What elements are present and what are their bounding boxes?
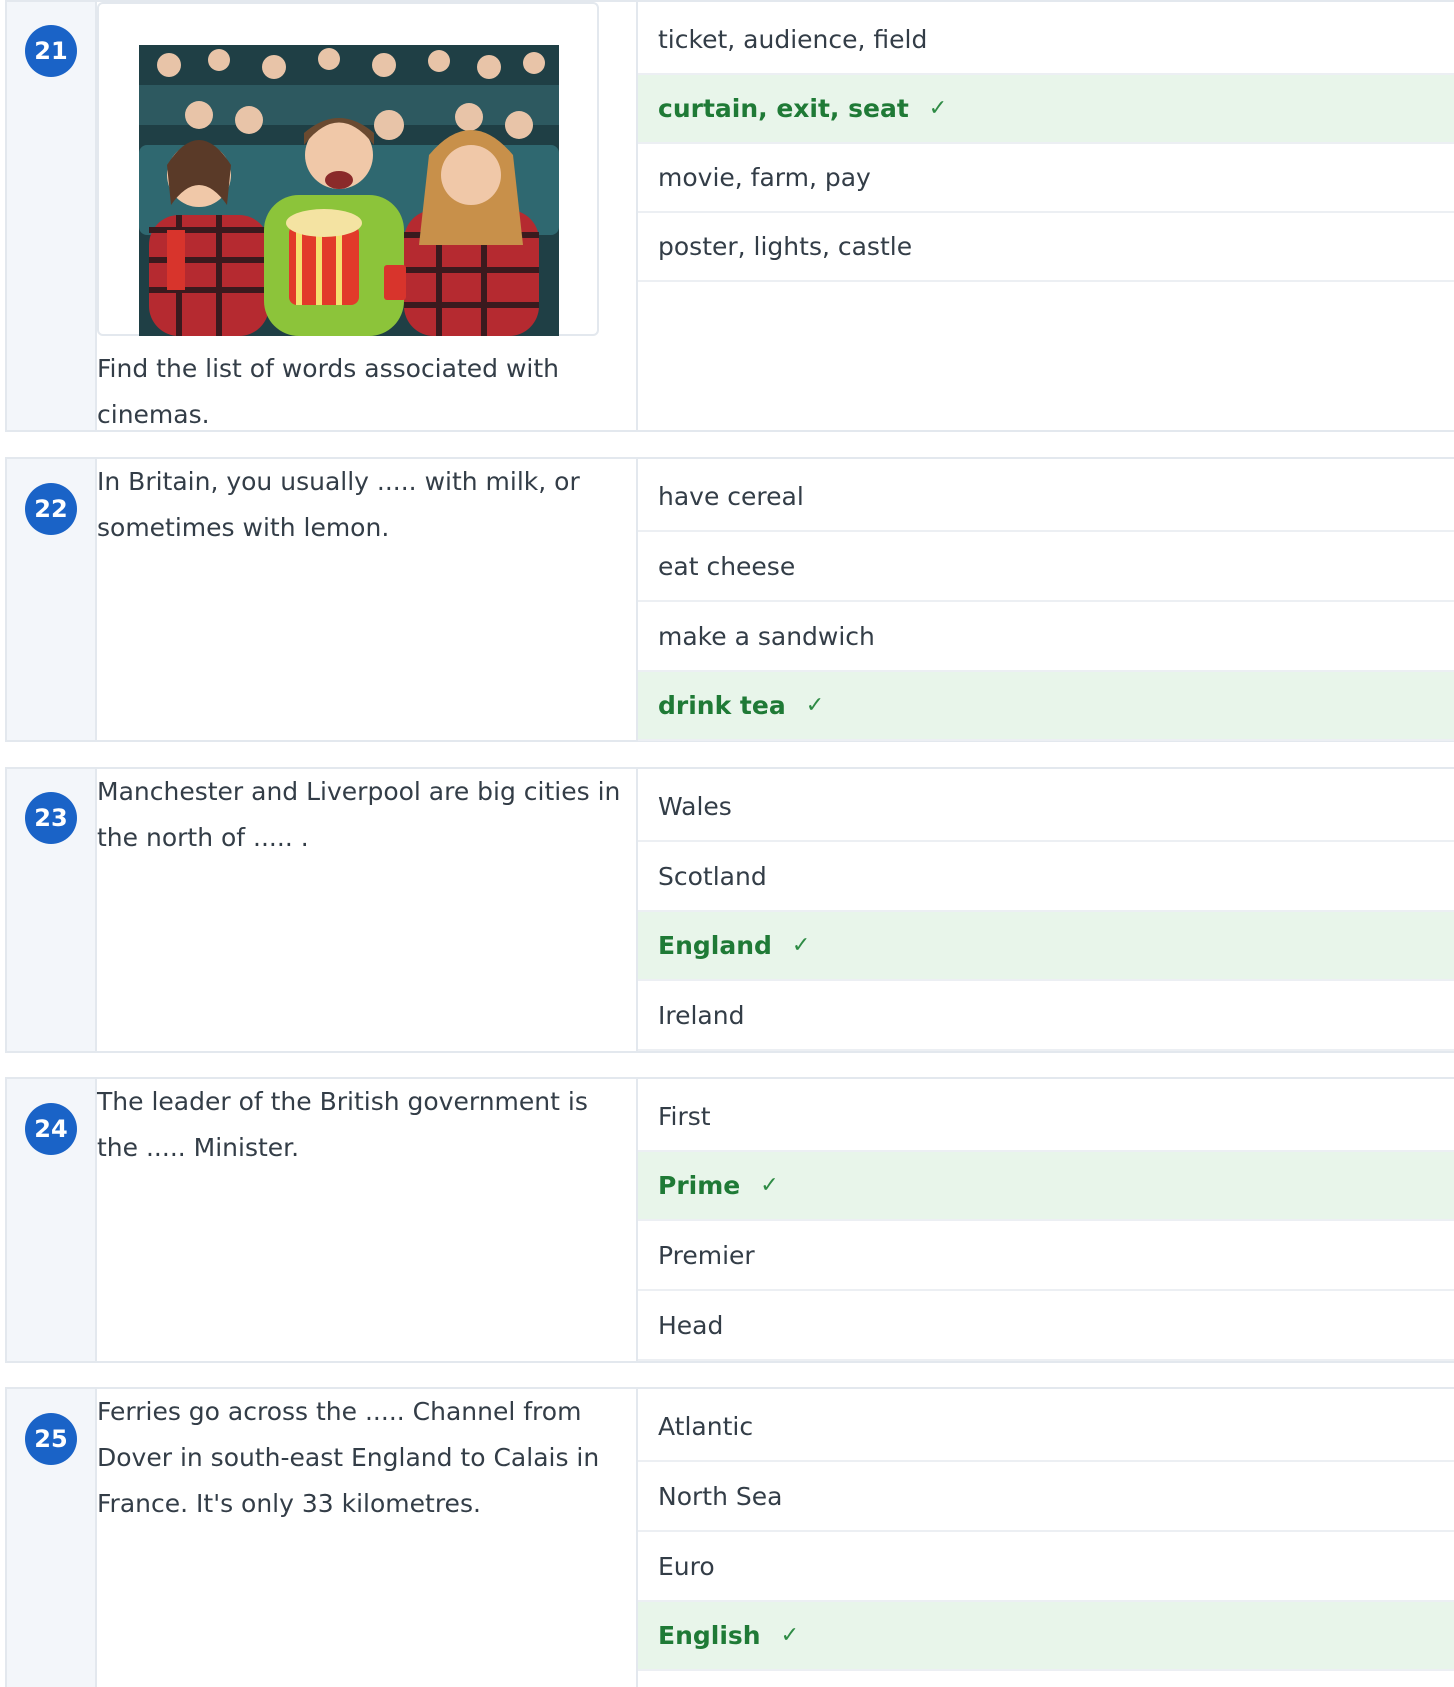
- answer-option[interactable]: North Sea: [638, 1463, 1454, 1532]
- answer-option[interactable]: Ireland: [638, 982, 1454, 1051]
- question-number-column: 23: [7, 769, 97, 1051]
- answer-label: North Sea: [658, 1482, 783, 1511]
- answer-label: Prime: [658, 1171, 741, 1200]
- question-prompt: Ferries go across the ..... Channel from…: [97, 1397, 600, 1518]
- answer-label: curtain, exit, seat: [658, 94, 909, 123]
- check-icon: ✓: [780, 1623, 800, 1648]
- question-image-card: [97, 2, 599, 336]
- check-icon: ✓: [805, 693, 825, 718]
- question-block-24: 24 The leader of the British government …: [5, 1077, 1454, 1363]
- answer-option-correct[interactable]: curtain, exit, seat ✓: [638, 75, 1454, 144]
- check-icon: ✓: [928, 96, 948, 121]
- answer-option-correct[interactable]: English ✓: [638, 1602, 1454, 1671]
- answer-option-correct[interactable]: England ✓: [638, 912, 1454, 981]
- answer-option-correct[interactable]: drink tea ✓: [638, 672, 1454, 741]
- answer-label: Head: [658, 1311, 724, 1340]
- question-number-badge: 25: [25, 1413, 77, 1465]
- question-block-23: 23 Manchester and Liverpool are big citi…: [5, 767, 1454, 1053]
- question-block-25: 25 Ferries go across the ..... Channel f…: [5, 1387, 1454, 1687]
- question-prompt: Manchester and Liverpool are big cities …: [97, 777, 621, 852]
- question-number-badge: 24: [25, 1103, 77, 1155]
- answer-label: poster, lights, castle: [658, 232, 913, 261]
- answers-list: have cereal eat cheese make a sandwich d…: [638, 459, 1454, 741]
- question-block-21: 21 Find the list of words associated wit…: [5, 0, 1454, 432]
- answer-label: have cereal: [658, 482, 804, 511]
- question-prompt-column: In Britain, you usually ..... with milk,…: [97, 459, 638, 740]
- answer-option[interactable]: ticket, audience, field: [638, 6, 1454, 75]
- answers-list: Wales Scotland England ✓ Ireland: [638, 769, 1454, 1051]
- answer-option[interactable]: make a sandwich: [638, 603, 1454, 672]
- question-prompt-column: The leader of the British government is …: [97, 1079, 638, 1361]
- question-number-column: 24: [7, 1079, 97, 1361]
- answer-option[interactable]: Premier: [638, 1222, 1454, 1291]
- answers-list: First Prime ✓ Premier Head: [638, 1079, 1454, 1361]
- answer-label: movie, farm, pay: [658, 163, 871, 192]
- answer-label: England: [658, 931, 772, 960]
- answer-option[interactable]: have cereal: [638, 463, 1454, 532]
- question-number-column: 22: [7, 459, 97, 740]
- answer-option[interactable]: First: [638, 1083, 1454, 1152]
- answer-option[interactable]: Euro: [638, 1533, 1454, 1602]
- question-prompt: Find the list of words associated with c…: [97, 354, 559, 429]
- answer-label: English: [658, 1621, 761, 1650]
- answer-label: Euro: [658, 1552, 715, 1581]
- question-block-22: 22 In Britain, you usually ..... with mi…: [5, 457, 1454, 742]
- question-number-badge: 22: [25, 483, 77, 535]
- check-icon: ✓: [760, 1173, 779, 1198]
- question-prompt-column: Ferries go across the ..... Channel from…: [97, 1389, 638, 1687]
- answer-option[interactable]: poster, lights, castle: [638, 213, 1454, 282]
- check-icon: ✓: [791, 933, 811, 958]
- question-number-badge: 21: [25, 25, 77, 77]
- answer-option[interactable]: eat cheese: [638, 533, 1454, 602]
- question-prompt-column: Find the list of words associated with c…: [97, 2, 638, 430]
- answer-option[interactable]: movie, farm, pay: [638, 144, 1454, 213]
- answer-option[interactable]: Head: [638, 1292, 1454, 1361]
- answer-option[interactable]: Wales: [638, 773, 1454, 842]
- answer-option[interactable]: Atlantic: [638, 1393, 1454, 1462]
- answer-label: Wales: [658, 792, 732, 821]
- answer-label: make a sandwich: [658, 622, 875, 651]
- answer-label: ticket, audience, field: [658, 25, 928, 54]
- answer-label: drink tea: [658, 691, 786, 720]
- question-number-column: 25: [7, 1389, 97, 1687]
- question-number-column: 21: [7, 2, 97, 430]
- answer-label: Scotland: [658, 862, 767, 891]
- cinema-audience-image: [139, 45, 559, 336]
- question-prompt: The leader of the British government is …: [97, 1087, 588, 1162]
- answer-option[interactable]: Scotland: [638, 843, 1454, 912]
- answers-list: ticket, audience, field curtain, exit, s…: [638, 2, 1454, 430]
- answer-label: First: [658, 1102, 711, 1131]
- answer-label: eat cheese: [658, 552, 796, 581]
- answer-label: Premier: [658, 1241, 755, 1270]
- answer-label: Ireland: [658, 1001, 745, 1030]
- answers-list: Atlantic North Sea Euro English ✓: [638, 1389, 1454, 1687]
- question-prompt: In Britain, you usually ..... with milk,…: [97, 467, 580, 542]
- answer-option-correct[interactable]: Prime ✓: [638, 1152, 1454, 1221]
- question-number-badge: 23: [25, 792, 77, 844]
- question-prompt-column: Manchester and Liverpool are big cities …: [97, 769, 638, 1051]
- answer-label: Atlantic: [658, 1412, 754, 1441]
